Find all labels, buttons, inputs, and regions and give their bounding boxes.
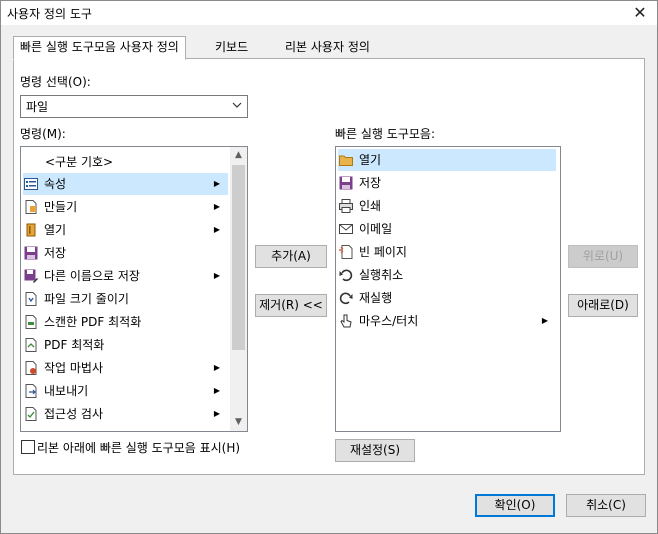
list-item-label: 이메일	[359, 222, 393, 236]
commands-list[interactable]: <구분 기호> 속성 ▶ 만들기 ▶ 열기 ▶ 저장 다른 이름으로 저장 ▶	[20, 146, 248, 432]
reset-button[interactable]: 재설정(S)	[335, 439, 415, 462]
optimize-scan-icon	[24, 315, 38, 329]
blank-page-icon	[339, 245, 353, 259]
list-item-label: 다른 이름으로 저장	[44, 269, 140, 283]
list-item-print[interactable]: 인쇄	[338, 195, 556, 217]
close-button[interactable]: ✕	[627, 2, 653, 24]
scrollbar-thumb[interactable]	[232, 165, 245, 350]
save-as-icon	[24, 269, 38, 283]
touch-icon	[339, 314, 353, 328]
scroll-down-icon[interactable]: ▼	[230, 414, 247, 431]
list-item-label: 만들기	[44, 200, 78, 214]
list-item-open[interactable]: 열기	[338, 149, 556, 171]
undo-icon	[339, 268, 353, 282]
email-icon	[339, 222, 353, 236]
list-item-label: 속성	[44, 177, 67, 191]
list-item-redo[interactable]: 재실행	[338, 287, 556, 309]
dialog-window: 사용자 정의 도구 ✕ 빠른 실행 도구모음 사용자 정의 키보드 리본 사용자…	[0, 0, 658, 534]
show-below-ribbon-checkbox[interactable]	[21, 440, 35, 454]
submenu-arrow-icon: ▶	[541, 316, 548, 325]
command-select-dropdown[interactable]: 파일	[20, 95, 248, 118]
tab-keyboard[interactable]: 키보드	[209, 37, 254, 57]
create-icon	[24, 200, 38, 214]
list-item-separator[interactable]: <구분 기호>	[23, 151, 228, 173]
submenu-arrow-icon: ▶	[213, 409, 220, 418]
show-below-ribbon-label: 리본 아래에 빠른 실행 도구모음 표시(H)	[37, 441, 241, 455]
wizard-icon	[24, 361, 38, 375]
chevron-down-icon	[231, 97, 243, 113]
submenu-arrow-icon: ▶	[213, 202, 220, 211]
submenu-arrow-icon: ▶	[213, 225, 220, 234]
list-item-mouse-touch[interactable]: 마우스/터치 ▶	[338, 310, 556, 332]
save-icon	[24, 246, 38, 260]
list-item-properties[interactable]: 속성 ▶	[23, 173, 228, 195]
toolbar-list-label: 빠른 실행 도구모음:	[335, 127, 435, 141]
list-item-export[interactable]: 내보내기 ▶	[23, 380, 228, 402]
redo-icon	[339, 291, 353, 305]
commands-scrollbar[interactable]: ▲ ▼	[230, 147, 247, 431]
list-item-optimize-scan[interactable]: 스캔한 PDF 최적화	[23, 311, 228, 333]
list-item-label: <구분 기호>	[45, 155, 114, 169]
open-icon	[24, 223, 38, 237]
title-bar: 사용자 정의 도구 ✕	[1, 1, 657, 25]
list-item-undo[interactable]: 실행취소	[338, 264, 556, 286]
list-item-label: 재실행	[359, 291, 393, 305]
list-item-label: 접근성 검사	[44, 407, 104, 421]
list-item-blank-page[interactable]: 빈 페이지	[338, 241, 556, 263]
list-item-email[interactable]: 이메일	[338, 218, 556, 240]
add-button[interactable]: 추가(A)	[255, 245, 327, 268]
list-item-label: 파일 크기 줄이기	[44, 292, 129, 306]
list-item-save[interactable]: 저장	[23, 242, 228, 264]
reduce-size-icon	[24, 292, 38, 306]
list-item-label: 인쇄	[359, 199, 382, 213]
scroll-up-icon[interactable]: ▲	[230, 147, 247, 164]
list-item-label: 내보내기	[44, 384, 89, 398]
move-down-button[interactable]: 아래로(D)	[568, 294, 638, 317]
list-item-label: PDF 최적화	[44, 338, 105, 352]
submenu-arrow-icon: ▶	[213, 386, 220, 395]
list-item-label: 스캔한 PDF 최적화	[44, 315, 142, 329]
remove-button[interactable]: 제거(R) <<	[255, 294, 327, 317]
list-item-label: 열기	[359, 153, 382, 167]
toolbar-list[interactable]: 열기 저장 인쇄 이메일 빈 페이지 실행취소 재실행 마우스/터치 ▶	[335, 146, 561, 432]
list-item-optimize-pdf[interactable]: PDF 최적화	[23, 334, 228, 356]
list-item-save[interactable]: 저장	[338, 172, 556, 194]
tab-ribbon[interactable]: 리본 사용자 정의	[279, 37, 376, 57]
list-item-label: 빈 페이지	[359, 245, 407, 259]
accessibility-icon	[24, 407, 38, 421]
list-item-wizard[interactable]: 작업 마법사 ▶	[23, 357, 228, 379]
list-item-create[interactable]: 만들기 ▶	[23, 196, 228, 218]
optimize-pdf-icon	[24, 338, 38, 352]
list-item-open[interactable]: 열기 ▶	[23, 219, 228, 241]
submenu-arrow-icon: ▶	[213, 271, 220, 280]
command-select-value: 파일	[26, 100, 49, 114]
save-icon	[339, 176, 353, 190]
submenu-arrow-icon: ▶	[213, 179, 220, 188]
submenu-arrow-icon: ▶	[213, 363, 220, 372]
list-item-reduce-size[interactable]: 파일 크기 줄이기	[23, 288, 228, 310]
properties-icon	[24, 177, 38, 191]
list-item-label: 작업 마법사	[44, 361, 104, 375]
print-icon	[339, 199, 353, 213]
window-title: 사용자 정의 도구	[7, 7, 92, 21]
list-item-accessibility[interactable]: 접근성 검사 ▶	[23, 403, 228, 425]
commands-label: 명령(M):	[20, 127, 66, 141]
folder-icon	[339, 153, 353, 167]
list-item-label: 저장	[359, 176, 382, 190]
ok-button[interactable]: 확인(O)	[475, 494, 555, 517]
list-item-label: 마우스/터치	[359, 314, 419, 328]
list-item-label: 열기	[44, 223, 67, 237]
move-up-button[interactable]: 위로(U)	[568, 245, 638, 268]
tab-quick-access-toolbar[interactable]: 빠른 실행 도구모음 사용자 정의	[13, 36, 186, 60]
command-select-label: 명령 선택(O):	[20, 75, 91, 89]
list-item-label: 저장	[44, 246, 67, 260]
export-icon	[24, 384, 38, 398]
list-item-label: 실행취소	[359, 268, 404, 282]
cancel-button[interactable]: 취소(C)	[566, 494, 646, 517]
list-item-save-as[interactable]: 다른 이름으로 저장 ▶	[23, 265, 228, 287]
